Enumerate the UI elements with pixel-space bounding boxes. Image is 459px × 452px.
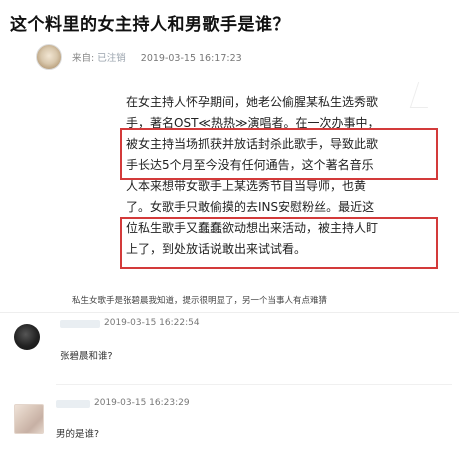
comment-text: 男的是谁? bbox=[56, 429, 100, 440]
author-prefix: 来自: bbox=[72, 53, 95, 64]
post-title: 这个料里的女主持人和男歌手是谁？ bbox=[10, 15, 290, 35]
comment-timestamp: 2019-03-15 16:23:29 bbox=[94, 398, 190, 408]
comment-item: 2019-03-15 16:22:54 张碧晨和谁? bbox=[0, 318, 459, 374]
highlight-box-1 bbox=[120, 128, 438, 180]
highlight-box-2 bbox=[120, 217, 438, 269]
commenter-name-redacted bbox=[60, 320, 100, 328]
post-timestamp: 2019-03-15 16:17:23 bbox=[140, 53, 242, 64]
screenshot-line: 了。女歌手只敢偷摸的去INS安慰粉丝。最近这 bbox=[126, 200, 375, 214]
post-meta: 来自: 已注销 2019-03-15 16:17:23 bbox=[72, 50, 242, 64]
screenshot-line: 在女主持人怀孕期间，她老公偷腥某私生选秀歌 bbox=[126, 95, 379, 109]
embedded-screenshot: 在女主持人怀孕期间，她老公偷腥某私生选秀歌 手，著名OST≪热热≫演唱者。在一次… bbox=[116, 82, 444, 274]
post-header: 来自: 已注销 2019-03-15 16:17:23 bbox=[36, 43, 242, 71]
comment-item: 2019-03-15 16:23:29 男的是谁? bbox=[0, 398, 459, 448]
commenter-avatar[interactable] bbox=[14, 404, 44, 434]
comment-text: 张碧晨和谁? bbox=[60, 351, 113, 362]
commenter-name-redacted bbox=[56, 400, 90, 408]
comment-timestamp: 2019-03-15 16:22:54 bbox=[104, 318, 200, 328]
comment-separator bbox=[56, 384, 452, 385]
author-name[interactable]: 已注销 bbox=[97, 53, 126, 64]
post-caption: 私生女歌手是张碧晨我知道，提示很明显了，另一个当事人有点难猜 bbox=[72, 296, 328, 306]
author-avatar[interactable] bbox=[36, 44, 62, 70]
comments-divider bbox=[0, 312, 459, 313]
commenter-avatar[interactable] bbox=[14, 324, 40, 350]
